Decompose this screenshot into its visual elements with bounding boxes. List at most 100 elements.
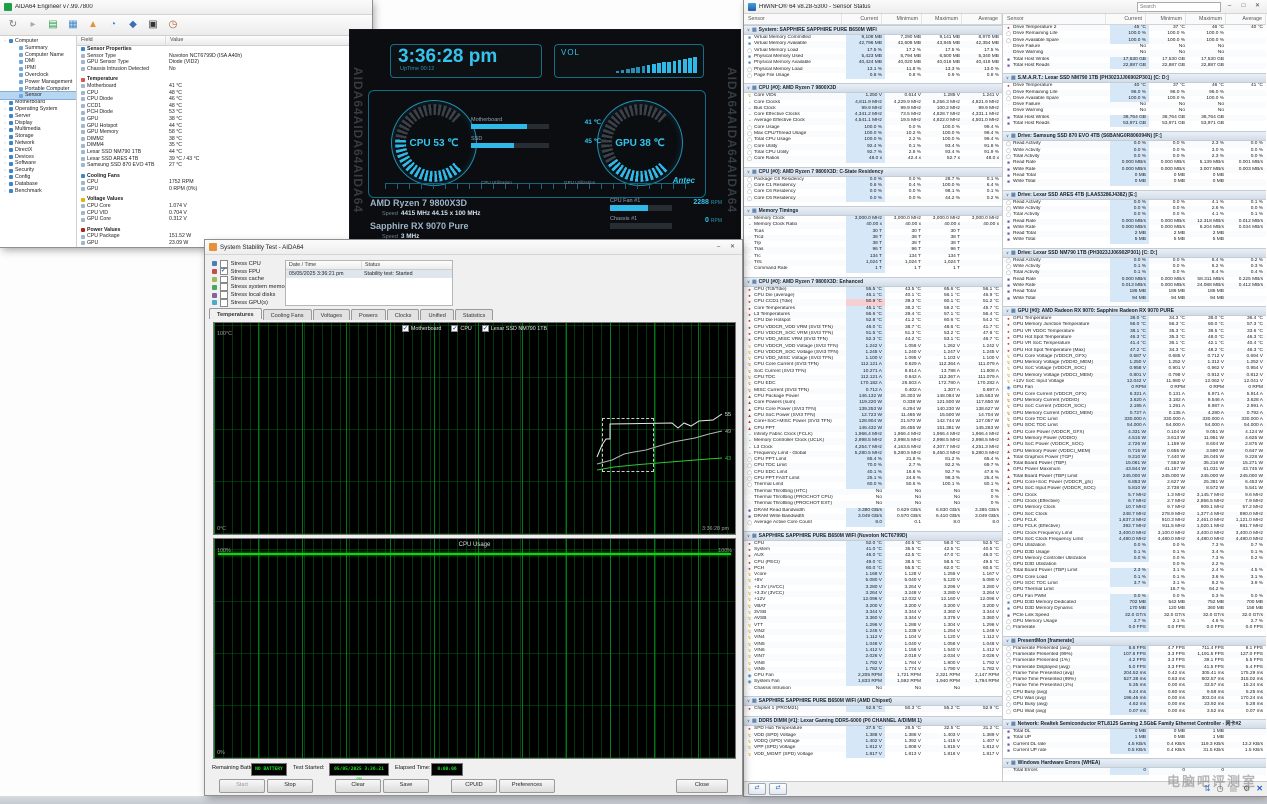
sidebar-item-multimedia[interactable]: ›Multimedia (0, 126, 76, 133)
sensor-row[interactable]: ◯Average Active Core Count8.00.18.08.0 (744, 520, 1002, 526)
sensor-row[interactable]: ●Chipset 1 (PROM21)52.8 °C50.3 °C55.2 °C… (744, 706, 1002, 712)
sensor-group-header[interactable]: ∨▦Network: Realtek Semiconductor RTL8125… (1003, 719, 1266, 729)
log-col-datetime[interactable]: Date / Time (286, 261, 362, 269)
column-average[interactable]: Average (1226, 14, 1266, 24)
checkbox[interactable] (220, 283, 228, 291)
field-group-header[interactable]: Voltage Values (77, 196, 372, 203)
sensor-row[interactable]: ■Total Host Reads22,887 GB22,887 GB22,88… (1003, 63, 1266, 69)
cpuid-button[interactable]: CPUID (451, 779, 497, 793)
field-group-header[interactable]: Cooling Fans (77, 173, 372, 180)
sensor-row[interactable]: ◯Page File Usage0.8 %0.8 %0.9 %0.8 % (744, 73, 1002, 79)
prev-page-button[interactable]: ⇄ (748, 783, 766, 795)
field-row[interactable]: GPU38 °C (77, 116, 372, 123)
sidebar-item-motherboard[interactable]: ›Motherboard (0, 99, 76, 106)
diagnostics-icon[interactable]: ◆ (126, 18, 140, 32)
sidebar-item-portable-computer[interactable]: Portable Computer (0, 86, 76, 93)
sensor-group-header[interactable]: ∨▦DDR5 DIMM [#1]: Lexar Gaming DDR5-6000… (744, 716, 1002, 726)
field-row[interactable]: GPU Memory58 °C (77, 129, 372, 136)
tab-unified[interactable]: Unified (420, 309, 453, 320)
benchmark-icon[interactable]: ◔ (106, 18, 120, 32)
sensor-row[interactable]: ◯Framerate0.0 FPS0.0 FPS0.0 FPS0.0 FPS (1003, 625, 1266, 631)
remote-monitor-icon[interactable]: ▦ (66, 18, 80, 32)
sensor-group-header[interactable]: ∨▦SAPPHIRE SAPPHIRE PURE B650M WIFI (Nuv… (744, 531, 1002, 541)
sidebar-item-database[interactable]: ›Database (0, 181, 76, 188)
refresh-icon[interactable]: ↻ (6, 18, 20, 32)
sensor-row[interactable]: ■Total Host Reads53,971 GB53,971 GB53,97… (1003, 121, 1266, 127)
tab-statistics[interactable]: Statistics (455, 309, 493, 320)
sensor-group-header[interactable]: ∨▦CPU [#0]: AMD Ryzen 7 9800X3D: Enhance… (744, 277, 1002, 287)
field-group-header[interactable]: Temperature (77, 76, 372, 83)
report-icon[interactable]: ▤ (46, 18, 60, 32)
cpuid-icon[interactable]: ▣ (146, 18, 160, 32)
field-row[interactable]: GPU0 RPM (0%) (77, 186, 372, 193)
sensor-group-header[interactable]: ∨▦Drive: Lexar SSD ARES 4TB (LAA53286J43… (1003, 190, 1266, 200)
sidebar-item-display[interactable]: ›Display (0, 120, 76, 127)
sensor-group-header[interactable]: ∨▦SAPPHIRE SAPPHIRE PURE B650M WIFI (AMD… (744, 696, 1002, 706)
sidebar-item-overclock[interactable]: Overclock (0, 72, 76, 79)
sensor-group-header[interactable]: ∨▦PresentMon [framerate] (1003, 636, 1266, 646)
checkbox[interactable] (220, 299, 228, 307)
sidebar-item-dmi[interactable]: DMI (0, 58, 76, 65)
tab-powers[interactable]: Powers (351, 309, 386, 320)
sensor-group-header[interactable]: ∨▦S.M.A.R.T.: Lexar SSD NM790 1TB (PH302… (1003, 73, 1266, 83)
sensor-row[interactable]: ↯VDD_MGMT (SPD) Voltage1.817 V1.813 V1.8… (744, 752, 1002, 758)
sensor-group-header[interactable]: ∨▦CPU [#0]: AMD Ryzen 7 9800X3D (744, 83, 1002, 93)
sidebar-item-computer[interactable]: ›Computer (0, 38, 76, 45)
close-sensors-icon[interactable]: ✕ (1256, 783, 1263, 795)
field-row[interactable]: Lexar SSD ARES 4TB39 °C / 43 °C (77, 156, 372, 163)
field-row[interactable]: GPU Hotspot44 °C (77, 123, 372, 130)
report-icon[interactable]: ▤ (1230, 783, 1238, 795)
save-button[interactable]: Save (383, 779, 429, 793)
field-row[interactable]: Chassis Intrusion DetectedNo (77, 66, 372, 73)
column-current[interactable]: Current (842, 14, 882, 24)
sensor-group-header[interactable]: ∨▦Drive: Lexar SSD NM790 1TB (PH3023JJ06… (1003, 248, 1266, 258)
forward-icon[interactable]: ▸ (26, 18, 40, 32)
tab-clocks[interactable]: Clocks (387, 309, 420, 320)
column-maximum[interactable]: Maximum (1186, 14, 1226, 24)
preferences-button[interactable]: Preferences (499, 779, 555, 793)
checkbox[interactable] (220, 291, 228, 299)
checkbox[interactable] (220, 276, 228, 284)
checkbox[interactable] (220, 268, 228, 276)
field-row[interactable]: CPU1752 RPM (77, 179, 372, 186)
sensor-row[interactable]: ◯Core Ratios48.0 x42.4 x52.7 x48.0 x (744, 156, 1002, 162)
sidebar-item-directx[interactable]: ›DirectX (0, 147, 76, 154)
column-maximum[interactable]: Maximum (922, 14, 962, 24)
maximize-button[interactable]: □ (1238, 2, 1249, 11)
sensor-group-header[interactable]: ∨▦Drive: Samsung SSD 870 EVO 4TB (S6BANG… (1003, 131, 1266, 141)
stress-test-icon[interactable]: ▲ (86, 18, 100, 32)
field-row[interactable]: CCD148 °C (77, 103, 372, 110)
minimize-button[interactable]: – (713, 243, 724, 252)
log-row[interactable]: 05/05/2025 3:36:21 pm Stability test: St… (286, 270, 452, 278)
sensor-row[interactable]: ·Total Errors000 (1003, 768, 1266, 774)
sensor-row[interactable]: ■Write Total5 MB5 MB5 MB (1003, 237, 1266, 243)
sidebar-item-computer-name[interactable]: Computer Name (0, 52, 76, 59)
field-row[interactable]: CPU Diode46 °C (77, 96, 372, 103)
field-row[interactable]: Samsung SSD 870 EVO 4TB27 °C (77, 162, 372, 169)
field-row[interactable]: CPU48 °C (77, 90, 372, 97)
column-minimum[interactable]: Minimum (1146, 14, 1186, 24)
sensor-group-header[interactable]: ∨▦GPU [#0]: AMD Radeon RX 9070: Sapphire… (1003, 306, 1266, 316)
minimize-button[interactable]: – (1224, 2, 1235, 11)
log-col-status[interactable]: Status (362, 261, 380, 269)
logging-clock-icon[interactable]: ◷ (1217, 783, 1224, 795)
sensor-row[interactable]: ■Write Total94 MB94 MB94 MB (1003, 296, 1266, 302)
next-page-button[interactable]: ⇄ (769, 783, 787, 795)
field-row[interactable]: CPU Core1.074 V (77, 203, 372, 210)
field-group-header[interactable]: Power Values (77, 227, 372, 234)
close-button[interactable]: ✕ (727, 243, 738, 252)
sensor-group-header[interactable]: ∨▦System: SAPPHIRE SAPPHIRE PURE B650M W… (744, 25, 1002, 35)
sensor-group-header[interactable]: ∨▦CPU [#0]: AMD Ryzen 7 9800X3D: C-State… (744, 167, 1002, 177)
sensor-row[interactable]: ◯Core C6 Residency0.0 %0.0 %44.2 %0.2 % (744, 196, 1002, 202)
sidebar-item-config[interactable]: ›Config (0, 174, 76, 181)
clock-gauge-icon[interactable]: ◷ (166, 18, 180, 32)
sensor-group-header[interactable]: ∨▦Windows Hardware Errors (WHEA) (1003, 758, 1266, 768)
sidebar-item-ipmi[interactable]: IPMI (0, 65, 76, 72)
sidebar-item-storage[interactable]: ›Storage (0, 133, 76, 140)
field-row[interactable]: GPU Core0.312 V (77, 216, 372, 223)
field-row[interactable]: DIMM238 °C (77, 136, 372, 143)
sidebar-item-security[interactable]: ›Security (0, 167, 76, 174)
sidebar-item-summary[interactable]: Summary (0, 45, 76, 52)
field-row[interactable]: GPU Sensor TypeDiode (VID2) (77, 59, 372, 66)
sidebar-item-devices[interactable]: ›Devices (0, 154, 76, 161)
